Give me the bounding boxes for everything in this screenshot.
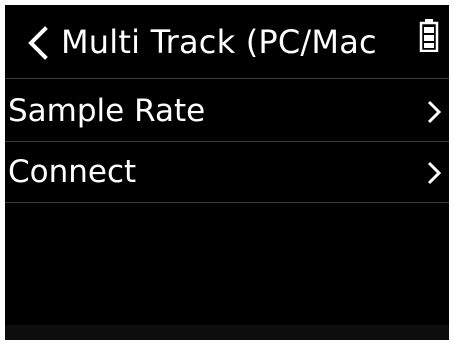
menu-item-connect[interactable]: Connect [5, 142, 449, 203]
bottom-status-band [5, 325, 449, 340]
device-screen: Multi Track (PC/Mac Sample Rate Connect [5, 5, 449, 340]
chevron-right-icon [427, 161, 442, 185]
menu-item-label: Sample Rate [8, 93, 206, 129]
chevron-left-icon[interactable] [25, 25, 51, 61]
header-bar: Multi Track (PC/Mac [5, 5, 449, 79]
page-title: Multi Track (PC/Mac [61, 23, 377, 61]
chevron-right-icon [427, 100, 442, 124]
battery-icon [419, 19, 439, 52]
menu-item-label: Connect [8, 154, 137, 190]
menu-item-sample-rate[interactable]: Sample Rate [5, 81, 449, 142]
